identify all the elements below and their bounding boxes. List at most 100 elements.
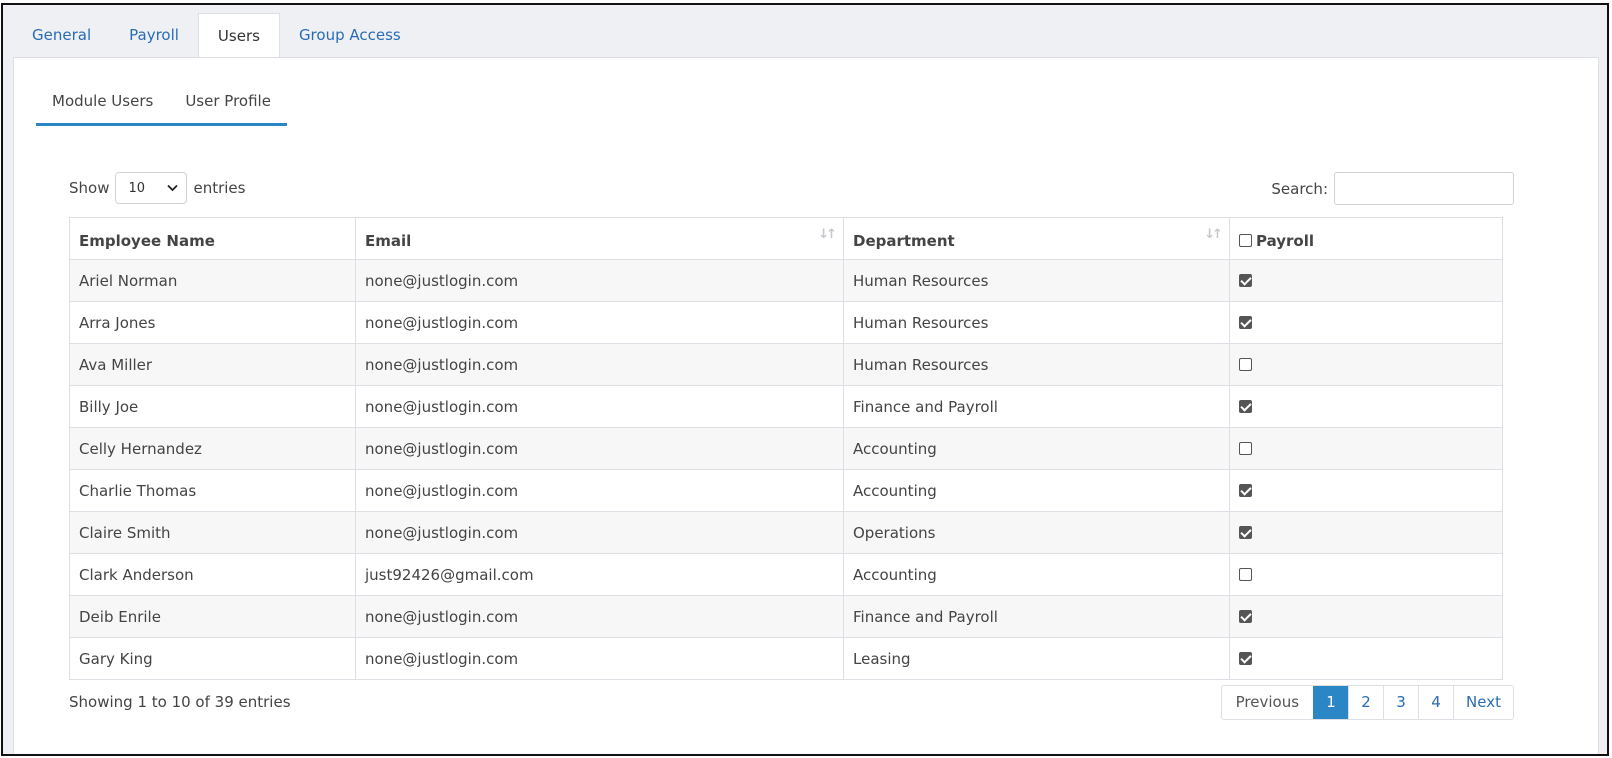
payroll-checkbox[interactable] <box>1239 609 1252 623</box>
next-page-button[interactable]: Next <box>1453 686 1513 719</box>
table-row: Celly Hernandez none@justlogin.com Account… <box>69 427 1503 470</box>
table-row: Claire Smith none@justlogin.com Operations <box>69 511 1503 554</box>
payroll-checkbox[interactable] <box>1239 651 1252 665</box>
payroll-checkbox[interactable] <box>1239 315 1252 329</box>
table-row: Arra Jones none@justlogin.com Human Resour… <box>69 301 1503 344</box>
department-cell: Human Resources <box>843 259 1230 302</box>
table-row: Clark Anderson just92426@gmail.com Account… <box>69 553 1503 596</box>
email-cell: none@justlogin.com <box>355 385 844 428</box>
search-input[interactable] <box>1334 172 1514 205</box>
department-cell: Human Resources <box>843 301 1230 344</box>
payroll-cell <box>1229 511 1503 554</box>
employee-name-cell: Arra Jones <box>69 301 356 344</box>
column-header-payroll: Payroll <box>1229 217 1503 260</box>
search-control: Search: <box>1271 172 1514 205</box>
employee-name-cell: Gary King <box>69 637 356 680</box>
employee-name-cell: Claire Smith <box>69 511 356 554</box>
previous-page-button[interactable]: Previous <box>1221 686 1314 719</box>
email-cell: none@justlogin.com <box>355 511 844 554</box>
email-cell: none@justlogin.com <box>355 469 844 512</box>
email-cell: none@justlogin.com <box>355 259 844 302</box>
search-label: Search: <box>1271 179 1328 198</box>
department-cell: Operations <box>843 511 1230 554</box>
column-header-label: Employee Name <box>79 231 215 250</box>
payroll-cell <box>1229 343 1503 386</box>
employee-name-cell: Ariel Norman <box>69 259 356 302</box>
column-header-department[interactable]: Department ↓↑ <box>843 217 1230 260</box>
department-cell: Finance and Payroll <box>843 385 1230 428</box>
employee-name-cell: Deib Enrile <box>69 595 356 638</box>
column-header-label: Payroll <box>1256 231 1315 250</box>
payroll-cell <box>1229 553 1503 596</box>
department-cell: Finance and Payroll <box>843 595 1230 638</box>
subtab-user-profile[interactable]: User Profile <box>169 79 287 123</box>
table-info: Showing 1 to 10 of 39 entries <box>69 693 291 711</box>
top-tab-bar: General Payroll Users Group Access <box>13 13 420 58</box>
column-header-label: Department <box>853 231 955 250</box>
department-cell: Leasing <box>843 637 1230 680</box>
tab-group-access[interactable]: Group Access <box>280 13 420 57</box>
tab-payroll[interactable]: Payroll <box>110 13 198 57</box>
payroll-checkbox[interactable] <box>1239 483 1252 497</box>
entries-label: entries <box>193 179 246 197</box>
payroll-cell <box>1229 301 1503 344</box>
entries-length-control: Show 10 entries <box>69 172 245 204</box>
table-row: Billy Joe none@justlogin.com Finance and P… <box>69 385 1503 428</box>
payroll-checkbox[interactable] <box>1239 525 1252 539</box>
users-table: Employee Name Email ↓↑ Department ↓↑ Payro… <box>69 217 1503 680</box>
department-cell: Accounting <box>843 469 1230 512</box>
table-row: Ava Miller none@justlogin.com Human Resour… <box>69 343 1503 386</box>
column-header-email[interactable]: Email ↓↑ <box>355 217 844 260</box>
sort-arrows-icon[interactable]: ↓↑ <box>1204 227 1223 242</box>
page-1-button[interactable]: 1 <box>1313 686 1349 719</box>
page-2-button[interactable]: 2 <box>1348 686 1384 719</box>
page-3-button[interactable]: 3 <box>1383 686 1419 719</box>
employee-name-cell: Clark Anderson <box>69 553 356 596</box>
column-header-label: Email <box>365 231 412 250</box>
table-row: Ariel Norman none@justlogin.com Human Reso… <box>69 259 1503 302</box>
email-cell: none@justlogin.com <box>355 595 844 638</box>
tab-users[interactable]: Users <box>197 13 280 58</box>
sort-arrows-icon[interactable]: ↓↑ <box>818 227 837 242</box>
table-row: Deib Enrile none@justlogin.com Finance and… <box>69 595 1503 638</box>
email-cell: none@justlogin.com <box>355 301 844 344</box>
payroll-checkbox[interactable] <box>1239 441 1252 455</box>
payroll-checkbox[interactable] <box>1239 567 1252 581</box>
table-header-row: Employee Name Email ↓↑ Department ↓↑ Payro… <box>69 217 1503 260</box>
app-frame: General Payroll Users Group Access Modul… <box>1 3 1609 756</box>
payroll-checkbox[interactable] <box>1239 273 1252 287</box>
email-cell: just92426@gmail.com <box>355 553 844 596</box>
email-cell: none@justlogin.com <box>355 343 844 386</box>
subtab-module-users[interactable]: Module Users <box>36 79 169 123</box>
table-row: Charlie Thomas none@justlogin.com Accounti… <box>69 469 1503 512</box>
pagination: Previous 1 2 3 4 Next <box>1220 685 1514 720</box>
table-body: Ariel Norman none@justlogin.com Human Reso… <box>69 259 1503 680</box>
payroll-cell <box>1229 427 1503 470</box>
payroll-cell <box>1229 469 1503 512</box>
entries-select-value: 10 <box>128 180 146 196</box>
employee-name-cell: Ava Miller <box>69 343 356 386</box>
employee-name-cell: Charlie Thomas <box>69 469 356 512</box>
column-header-employee-name[interactable]: Employee Name <box>69 217 356 260</box>
show-label: Show <box>69 179 110 197</box>
employee-name-cell: Celly Hernandez <box>69 427 356 470</box>
employee-name-cell: Billy Joe <box>69 385 356 428</box>
table-row: Gary King none@justlogin.com Leasing <box>69 637 1503 680</box>
page-4-button[interactable]: 4 <box>1418 686 1454 719</box>
payroll-checkbox[interactable] <box>1239 357 1252 371</box>
email-cell: none@justlogin.com <box>355 637 844 680</box>
chevron-down-icon <box>167 182 179 195</box>
payroll-cell <box>1229 637 1503 680</box>
payroll-cell <box>1229 385 1503 428</box>
email-cell: none@justlogin.com <box>355 427 844 470</box>
users-panel: Module Users User Profile Show 10 entrie… <box>13 57 1599 754</box>
tab-general[interactable]: General <box>13 13 110 57</box>
entries-select[interactable]: 10 <box>115 172 188 204</box>
department-cell: Human Resources <box>843 343 1230 386</box>
select-all-payroll-checkbox[interactable] <box>1239 233 1252 247</box>
payroll-cell <box>1229 259 1503 302</box>
payroll-checkbox[interactable] <box>1239 399 1252 413</box>
sub-tab-bar: Module Users User Profile <box>36 79 287 126</box>
department-cell: Accounting <box>843 553 1230 596</box>
department-cell: Accounting <box>843 427 1230 470</box>
